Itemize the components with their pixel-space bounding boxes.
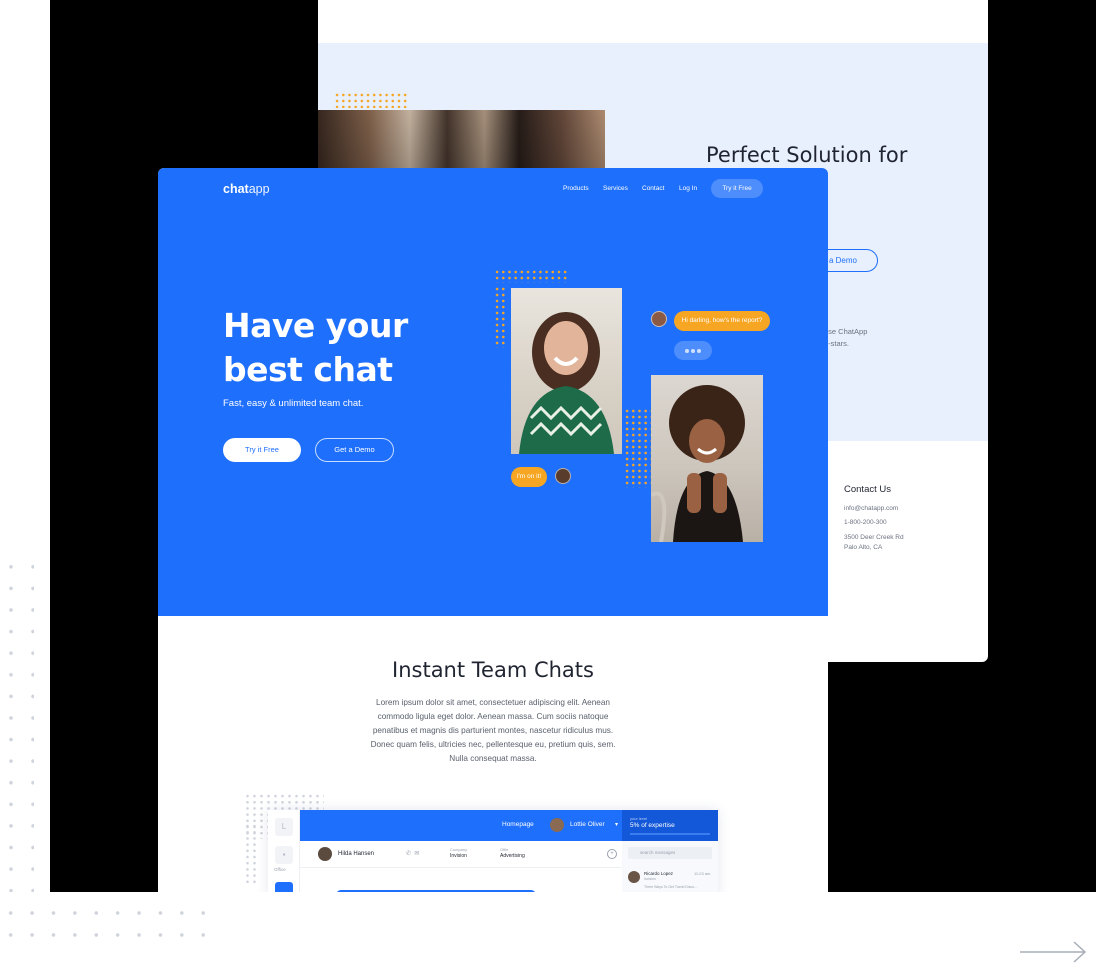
smiling-woman-photo bbox=[511, 288, 622, 454]
message-time: 11:23 am bbox=[694, 871, 711, 876]
plus-icon[interactable]: + bbox=[607, 849, 617, 859]
contact-phone[interactable]: 1-800-200-300 bbox=[844, 518, 887, 527]
try-free-button[interactable]: Try it Free bbox=[223, 438, 301, 462]
dashboard-dot-pattern-column bbox=[244, 823, 258, 883]
message-avatar bbox=[628, 871, 640, 883]
contact-address-line2: Palo Alto, CA bbox=[844, 544, 883, 551]
search-input[interactable]: search messages bbox=[628, 847, 712, 859]
mail-icon[interactable]: ✉ bbox=[414, 851, 419, 857]
expertise-label: your level bbox=[630, 816, 648, 821]
briefcase-icon[interactable]: ▪ bbox=[275, 846, 293, 864]
incoming-message-bubble: Hi darling, how's the report? bbox=[674, 311, 770, 331]
back-dot-pattern bbox=[334, 92, 410, 108]
contact-title: Contact Us bbox=[844, 484, 891, 495]
decorative-dot-grid-left bbox=[0, 556, 34, 892]
hero-title: Have your best chat bbox=[223, 306, 408, 389]
chevron-down-icon[interactable]: ▾ bbox=[615, 821, 618, 828]
message-preview: Three Ways To Get Travel Disco... bbox=[644, 885, 698, 889]
office-label: Offie bbox=[500, 847, 509, 852]
hero-section: chatapp Products Services Contact Log In… bbox=[158, 168, 828, 616]
reply-message-bubble: I'm on it! bbox=[511, 467, 547, 487]
phone-mail-icons[interactable]: ✆ ✉ bbox=[406, 850, 419, 857]
expertise-value: 5% of expertise bbox=[630, 822, 675, 829]
typing-dot bbox=[685, 349, 689, 353]
hero-dot-pattern-top bbox=[494, 269, 570, 283]
logo-light: app bbox=[248, 182, 270, 196]
message-sender[interactable]: Ricardo Lopez bbox=[644, 871, 673, 876]
company-label: Company bbox=[450, 847, 468, 852]
phone-icon[interactable]: ✆ bbox=[406, 851, 411, 857]
back-hero-text: use ChatApp 5-stars. bbox=[824, 327, 868, 348]
section-title: Instant Team Chats bbox=[392, 658, 594, 682]
dashboard-sidebar: L ▪ Office bbox=[268, 810, 300, 892]
user-name[interactable]: Lottie Oliver bbox=[570, 821, 605, 828]
office-value: Advertising bbox=[500, 853, 525, 859]
nav-contact[interactable]: Contact bbox=[642, 185, 664, 192]
screenshot-stage: Perfect Solution for esses t a Demo use … bbox=[0, 0, 1096, 968]
reply-avatar bbox=[555, 468, 571, 484]
hero-dot-pattern-middle bbox=[624, 408, 652, 488]
typing-indicator bbox=[674, 341, 712, 360]
sidebar-active-item[interactable] bbox=[275, 882, 293, 892]
nav-products[interactable]: Products bbox=[563, 185, 589, 192]
typing-dot bbox=[691, 349, 695, 353]
workspace-initial[interactable]: L bbox=[275, 818, 293, 836]
typing-dot bbox=[697, 349, 701, 353]
hero-subtitle: Fast, easy & unlimited team chat. bbox=[223, 398, 364, 409]
logo-bold: chat bbox=[223, 182, 249, 196]
nav-try-free-button[interactable]: Try it Free bbox=[711, 179, 763, 198]
front-page-preview: chatapp Products Services Contact Log In… bbox=[158, 168, 828, 892]
expertise-progress-bar bbox=[630, 833, 710, 835]
messages-panel: search messages Ricardo Lopez 11:23 am I… bbox=[622, 841, 718, 892]
message-company: Invision bbox=[644, 877, 656, 881]
get-demo-button[interactable]: Get a Demo bbox=[315, 438, 394, 462]
sidebar-office-label: Office bbox=[274, 867, 286, 872]
contact-row[interactable]: Hilda Hansen ✆ ✉ Company Invision Offie … bbox=[300, 841, 622, 868]
dashboard-preview: L ▪ Office Homepage Lottie Oliver ▾ your… bbox=[268, 810, 718, 892]
contact-name: Hilda Hansen bbox=[338, 851, 375, 857]
dashboard-content-bar bbox=[336, 890, 536, 892]
contact-email[interactable]: info@chatapp.com bbox=[844, 504, 898, 513]
nav-login[interactable]: Log In bbox=[679, 185, 697, 192]
expertise-panel: your level 5% of expertise bbox=[622, 810, 718, 841]
chatapp-logo[interactable]: chatapp bbox=[223, 182, 270, 196]
dashboard-topbar: Homepage Lottie Oliver ▾ bbox=[300, 810, 622, 841]
nav-services[interactable]: Services bbox=[603, 185, 628, 192]
hero-dot-pattern-side bbox=[494, 286, 506, 348]
arrow-right-icon[interactable] bbox=[1018, 940, 1088, 964]
homepage-link[interactable]: Homepage bbox=[502, 821, 534, 828]
incoming-avatar bbox=[651, 311, 667, 327]
contact-avatar bbox=[318, 847, 332, 861]
laughing-woman-photo bbox=[651, 375, 763, 542]
section-body: Lorem ipsum dolor sit amet, consectetuer… bbox=[370, 698, 616, 763]
decorative-dot-grid-bottom bbox=[0, 902, 214, 946]
user-avatar[interactable] bbox=[550, 818, 564, 832]
company-value: Invision bbox=[450, 853, 467, 859]
contact-address-line1: 3500 Deer Creek Rd bbox=[844, 534, 904, 541]
